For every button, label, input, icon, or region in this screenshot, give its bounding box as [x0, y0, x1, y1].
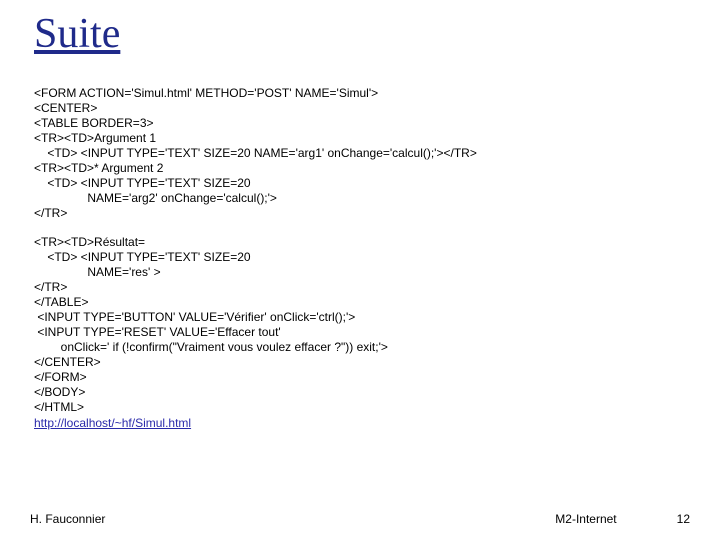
footer-author: H. Fauconnier — [30, 512, 105, 526]
footer-page-number: 12 — [677, 512, 690, 526]
example-link[interactable]: http://localhost/~hf/Simul.html — [34, 416, 690, 430]
code-block-2: <TR><TD>Résultat= <TD> <INPUT TYPE='TEXT… — [34, 235, 690, 415]
footer-course: M2-Internet — [555, 512, 616, 526]
slide-footer: H. Fauconnier M2-Internet 12 — [30, 512, 690, 526]
code-block-1: <FORM ACTION='Simul.html' METHOD='POST' … — [34, 86, 690, 221]
slide-title: Suite — [34, 10, 690, 58]
